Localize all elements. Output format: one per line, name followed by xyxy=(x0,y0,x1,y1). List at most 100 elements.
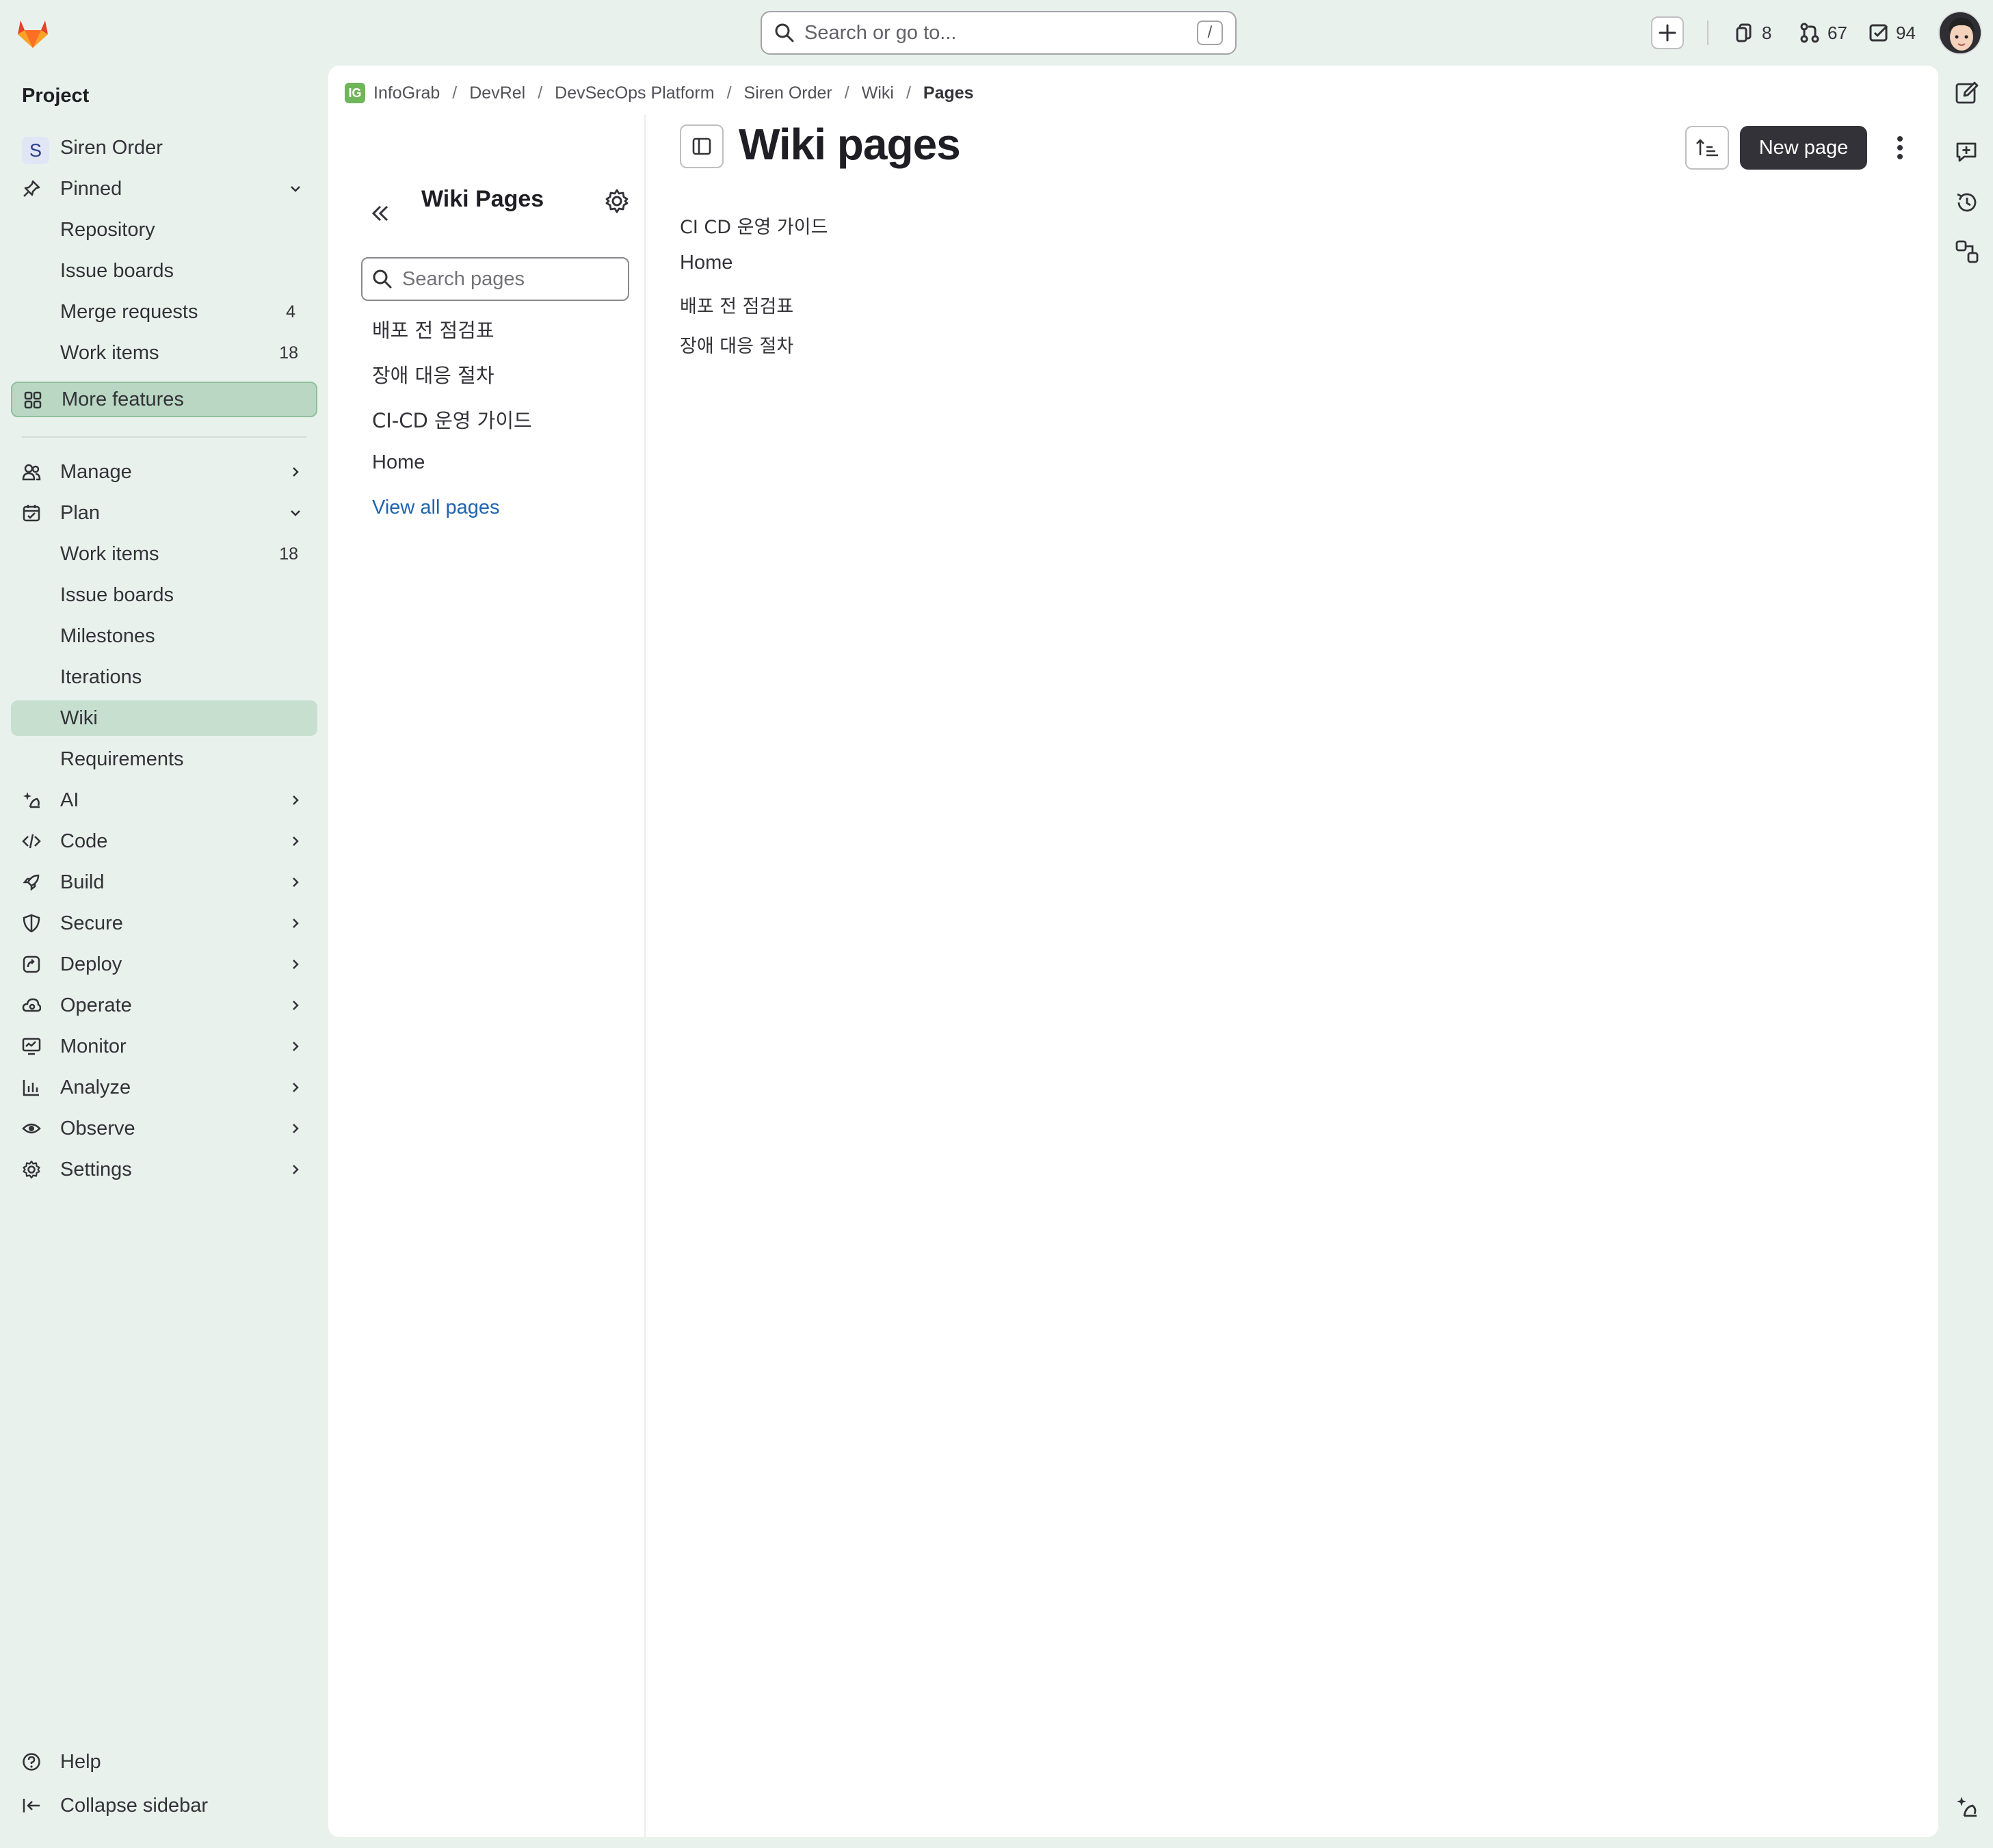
duo-chat-icon[interactable] xyxy=(1955,1795,1979,1819)
sidebar-section-analyze[interactable]: Analyze xyxy=(11,1068,317,1107)
sidebar-toggle-icon xyxy=(692,137,711,155)
wiki-page-link[interactable]: CI CD 운영 가이드 xyxy=(680,212,828,239)
edit-icon[interactable] xyxy=(1955,81,1979,105)
sidebar-item-pinned-issue-boards[interactable]: Issue boards xyxy=(11,252,317,290)
wiki-page-link[interactable]: Home xyxy=(680,252,732,274)
wiki-sidebar: Wiki Pages 배포 전 점검표 장애 대응 절차 CI-CD 운영 가이… xyxy=(328,115,646,1837)
collapse-left-icon xyxy=(23,1799,40,1812)
top-bar: Search or go to... / 8 67 94 xyxy=(0,0,1993,66)
sort-ascending-icon xyxy=(1696,139,1718,157)
breadcrumb-link[interactable]: InfoGrab xyxy=(373,83,440,103)
sidebar-section-manage[interactable]: Manage xyxy=(11,453,317,491)
sidebar-section-plan[interactable]: Plan xyxy=(11,494,317,532)
page-title: Wiki pages xyxy=(739,120,961,169)
sidebar-item-pinned-work-items[interactable]: Work items 18 xyxy=(11,334,317,372)
sidebar-item-requirements[interactable]: Requirements xyxy=(11,740,317,778)
chevron-right-icon xyxy=(293,960,299,969)
monitor-icon xyxy=(22,1038,41,1055)
sidebar-heading: Project xyxy=(22,85,90,107)
help-label: Help xyxy=(60,1750,101,1773)
breadcrumb-separator: / xyxy=(452,83,458,103)
count-badge: 4 xyxy=(286,302,295,321)
history-icon[interactable] xyxy=(1955,190,1979,215)
sidebar-more-features[interactable]: More features xyxy=(11,382,317,417)
todos-counter[interactable]: 94 xyxy=(1869,19,1916,47)
todos-count: 94 xyxy=(1896,22,1916,43)
sidebar-section-settings[interactable]: Settings xyxy=(11,1150,317,1189)
sidebar-item-label: Deploy xyxy=(60,953,122,975)
sidebar-item-label: Iterations xyxy=(60,665,142,688)
chevron-right-icon xyxy=(293,1165,299,1174)
wiki-sidebar-page-link[interactable]: Home xyxy=(372,451,425,474)
wiki-search-input[interactable] xyxy=(361,257,629,301)
sidebar-item-label: Observe xyxy=(60,1117,135,1139)
sidebar-section-observe[interactable]: Observe xyxy=(11,1109,317,1148)
comment-add-icon[interactable] xyxy=(1955,140,1979,164)
user-avatar[interactable] xyxy=(1938,11,1982,55)
toggle-wiki-sidebar-button[interactable] xyxy=(680,124,724,168)
sidebar-item-label: Analyze xyxy=(60,1076,131,1098)
breadcrumb-link[interactable]: DevSecOps Platform xyxy=(555,83,714,103)
new-page-button[interactable]: New page xyxy=(1740,126,1867,170)
help-button[interactable]: Help xyxy=(11,1743,317,1781)
more-actions-button[interactable] xyxy=(1888,131,1912,164)
chevron-right-icon xyxy=(293,1042,299,1051)
merge-requests-counter[interactable]: 67 xyxy=(1799,19,1847,47)
sidebar-item-label: Work items xyxy=(60,341,159,364)
sidebar-section-pinned[interactable]: Pinned xyxy=(11,170,317,208)
code-icon xyxy=(22,834,41,849)
sidebar-item-label: Secure xyxy=(60,912,123,934)
sidebar-item-label: AI xyxy=(60,789,79,811)
view-all-pages-link[interactable]: View all pages xyxy=(372,497,499,519)
chart-icon xyxy=(23,1080,39,1096)
sidebar-item-plan-issue-boards[interactable]: Issue boards xyxy=(11,576,317,614)
collapse-sidebar-button[interactable]: Collapse sidebar xyxy=(11,1786,317,1825)
gitlab-logo-icon[interactable] xyxy=(14,14,52,52)
calendar-icon xyxy=(23,505,40,522)
sidebar-item-pinned-merge-requests[interactable]: Merge requests 4 xyxy=(11,293,317,331)
breadcrumb-separator: / xyxy=(538,83,543,103)
wiki-search-field[interactable] xyxy=(402,267,621,291)
plus-icon xyxy=(1659,24,1676,42)
compare-icon[interactable] xyxy=(1955,239,1979,264)
sidebar-item-label: Plan xyxy=(60,501,101,524)
deploy-icon xyxy=(23,955,40,973)
sidebar-item-iterations[interactable]: Iterations xyxy=(11,658,317,696)
breadcrumb-current[interactable]: Pages xyxy=(923,83,974,103)
breadcrumb-link[interactable]: DevRel xyxy=(469,83,525,103)
sidebar-item-label: Build xyxy=(60,871,105,893)
sidebar-section-operate[interactable]: Operate xyxy=(11,986,317,1025)
wiki-sidebar-page-link[interactable]: CI-CD 운영 가이드 xyxy=(372,405,532,434)
wiki-sidebar-page-link[interactable]: 장애 대응 절차 xyxy=(372,360,494,388)
sidebar-section-build[interactable]: Build xyxy=(11,863,317,901)
double-chevron-left-icon[interactable] xyxy=(367,200,394,227)
sidebar-section-monitor[interactable]: Monitor xyxy=(11,1027,317,1066)
sidebar-item-plan-work-items[interactable]: Work items 18 xyxy=(11,535,317,573)
wiki-sidebar-title: Wiki Pages xyxy=(421,186,544,212)
sidebar-item-pinned-repository[interactable]: Repository xyxy=(11,211,317,249)
sidebar-item-milestones[interactable]: Milestones xyxy=(11,617,317,655)
sidebar-section-ai[interactable]: AI xyxy=(11,781,317,819)
breadcrumb-link[interactable]: Siren Order xyxy=(744,83,832,103)
gear-icon[interactable] xyxy=(603,187,631,215)
issues-count: 8 xyxy=(1762,22,1772,43)
sidebar-project-link[interactable]: S Siren Order xyxy=(11,129,317,167)
wiki-sidebar-page-link[interactable]: 배포 전 점검표 xyxy=(372,315,494,343)
sort-button[interactable] xyxy=(1685,126,1729,170)
issues-counter[interactable]: 8 xyxy=(1734,19,1771,47)
issues-icon xyxy=(1736,23,1752,42)
wiki-page-link[interactable]: 배포 전 점검표 xyxy=(680,291,793,318)
sidebar-section-deploy[interactable]: Deploy xyxy=(11,945,317,984)
wiki-page-link[interactable]: 장애 대응 절차 xyxy=(680,331,793,358)
sidebar-section-secure[interactable]: Secure xyxy=(11,904,317,942)
left-sidebar: Project S Siren Order Pinned Repository … xyxy=(0,66,328,1848)
create-new-button[interactable] xyxy=(1651,16,1684,49)
breadcrumb-link[interactable]: Wiki xyxy=(862,83,894,103)
sidebar-item-label: Monitor xyxy=(60,1035,127,1057)
sidebar-item-label: Settings xyxy=(60,1158,132,1180)
breadcrumb-separator: / xyxy=(844,83,849,103)
chevron-right-icon xyxy=(293,467,299,477)
sidebar-section-code[interactable]: Code xyxy=(11,822,317,860)
sidebar-item-wiki[interactable]: Wiki xyxy=(11,700,317,736)
global-search-input[interactable]: Search or go to... / xyxy=(761,11,1237,55)
